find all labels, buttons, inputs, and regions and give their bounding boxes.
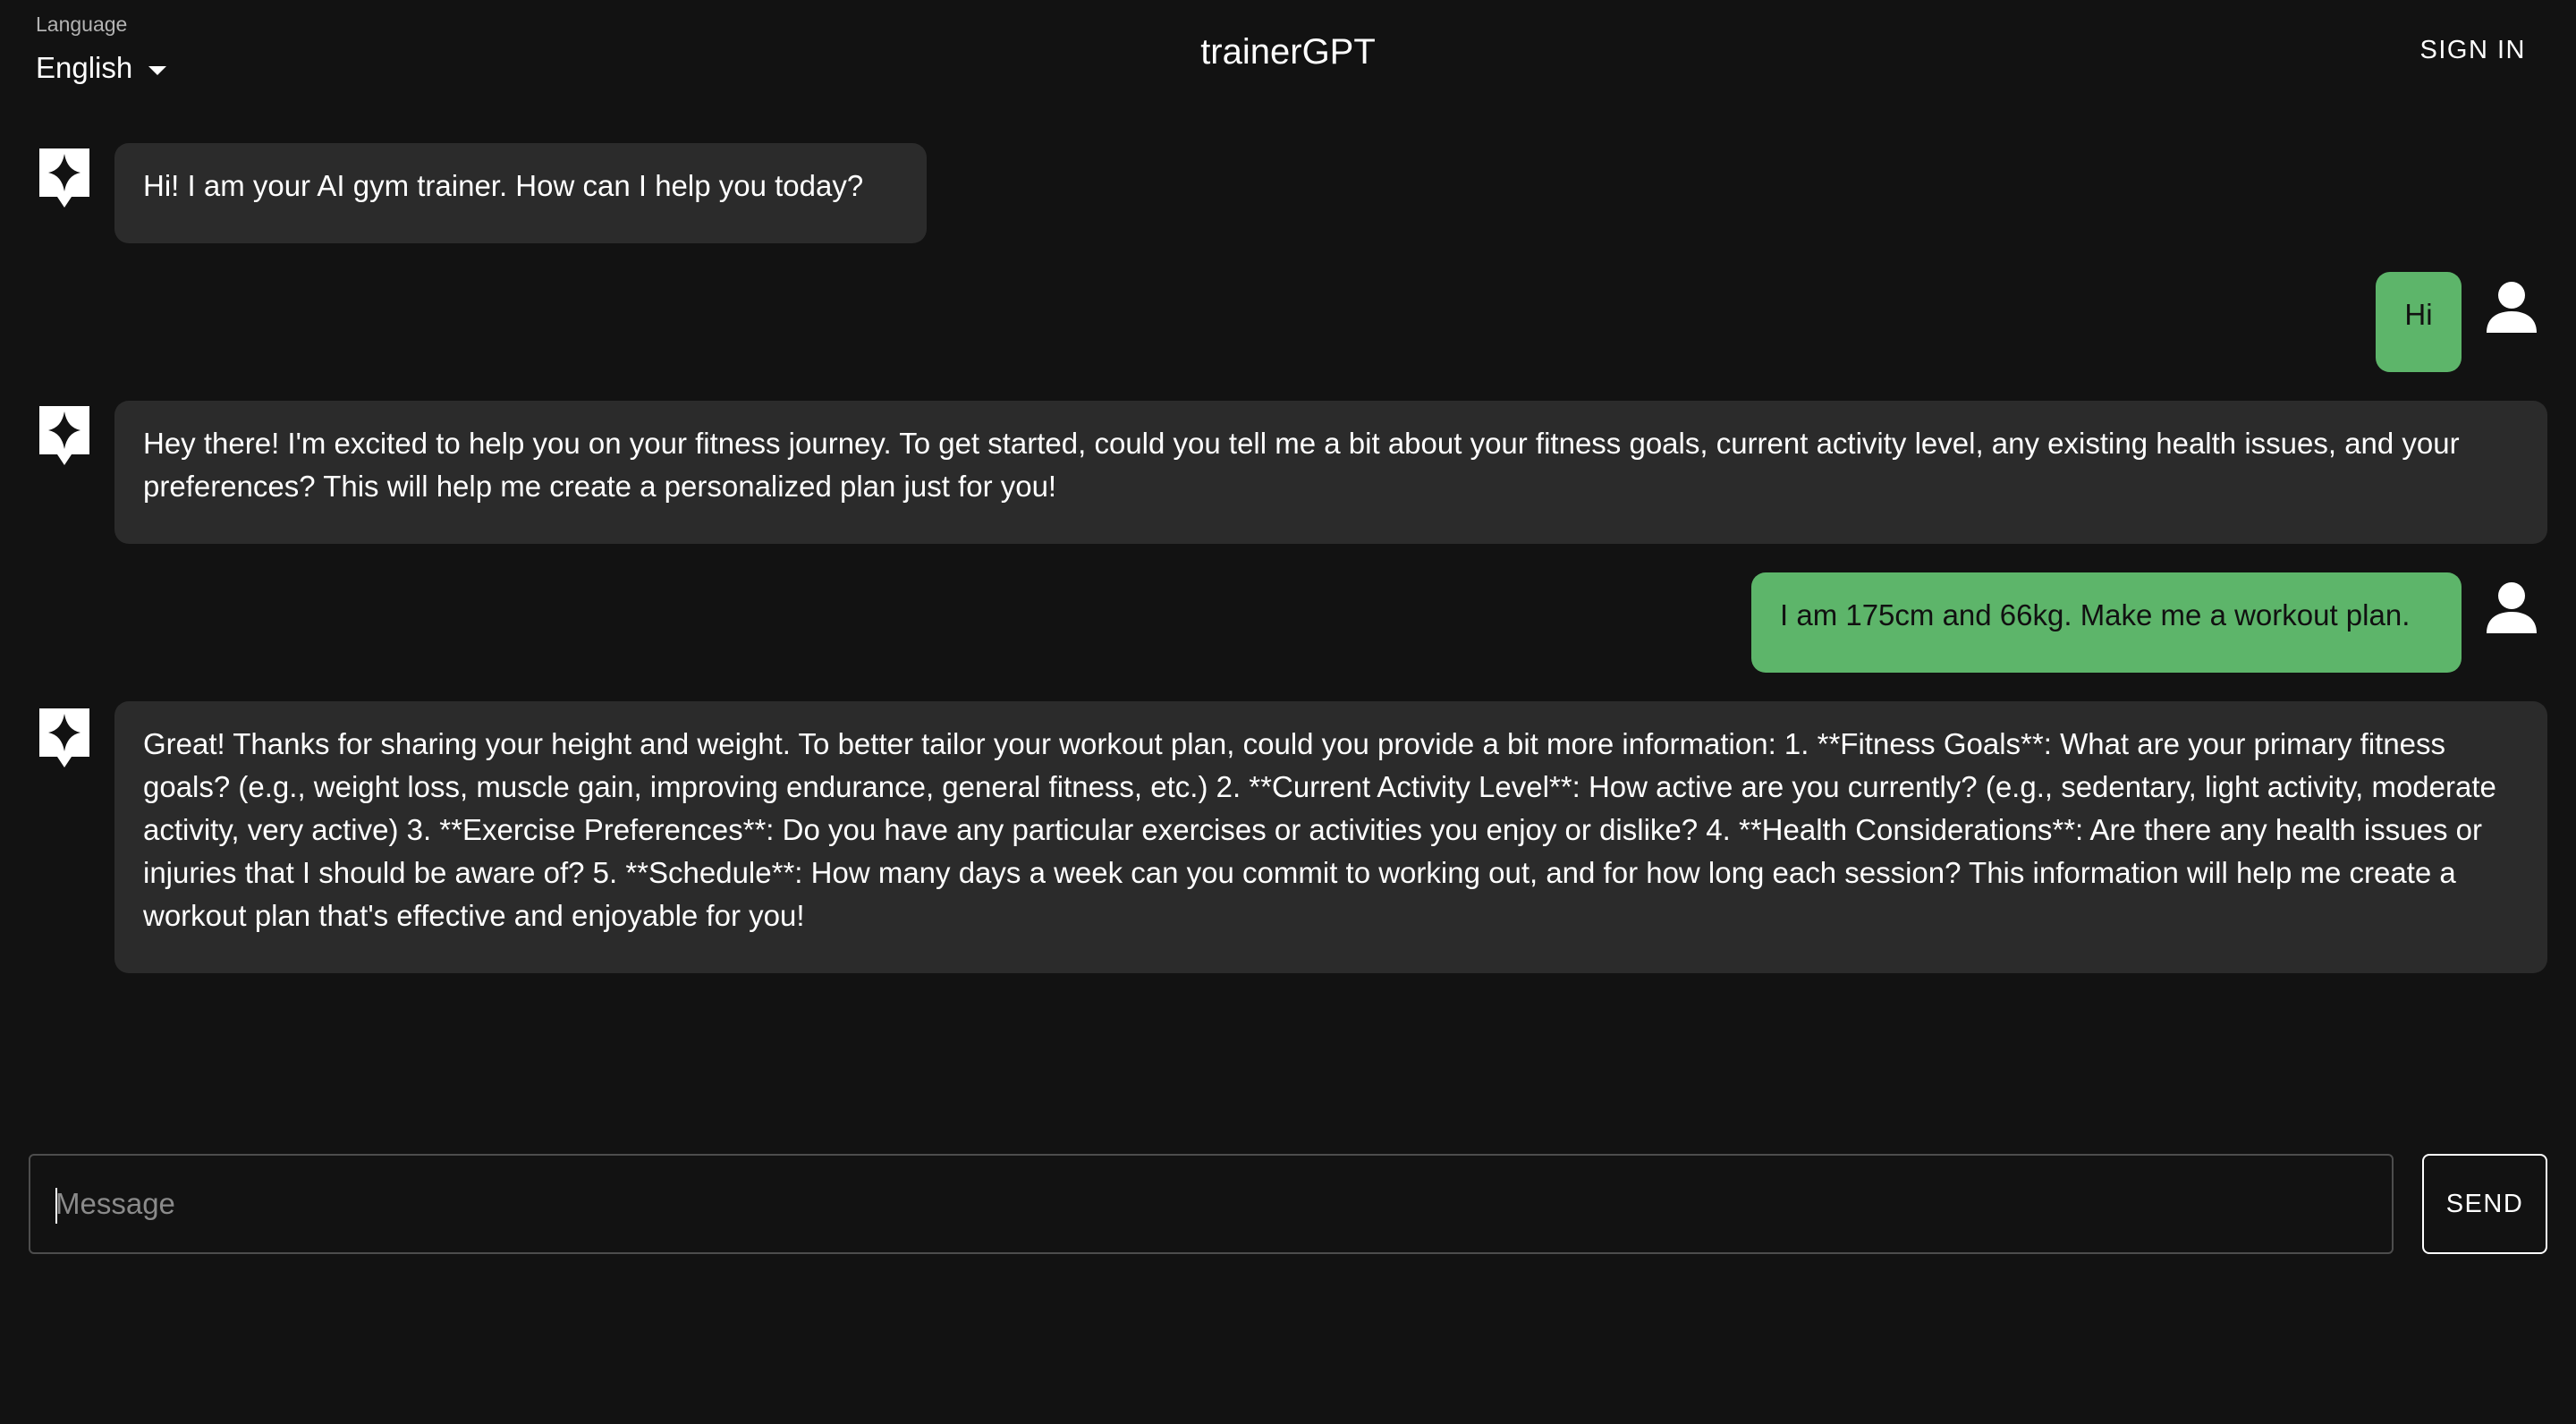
user-icon: [2487, 282, 2537, 333]
message-input[interactable]: [30, 1156, 2392, 1252]
app-header: Language English trainerGPT SIGN IN: [0, 0, 2576, 125]
language-select[interactable]: English: [36, 48, 167, 88]
language-value: English: [36, 51, 133, 84]
message-bubble: I am 175cm and 66kg. Make me a workout p…: [1751, 572, 2462, 673]
message-bubble: Hey there! I'm excited to help you on yo…: [114, 401, 2547, 544]
language-label: Language: [36, 13, 128, 36]
sparkle-icon: [39, 148, 89, 208]
message-bubble: Hi! I am your AI gym trainer. How can I …: [114, 143, 927, 243]
sparkle-icon: [39, 708, 89, 767]
user-icon: [2487, 582, 2537, 633]
text-cursor: [55, 1188, 57, 1224]
app-title: trainerGPT: [1200, 32, 1376, 72]
sparkle-icon: [39, 406, 89, 465]
sign-in-button[interactable]: SIGN IN: [2420, 36, 2526, 65]
send-button[interactable]: SEND: [2422, 1154, 2547, 1254]
message-bubble: Hi: [2376, 272, 2462, 372]
chevron-down-icon: [148, 66, 167, 75]
message-bubble: Great! Thanks for sharing your height an…: [114, 701, 2547, 973]
message-input-box[interactable]: [29, 1154, 2394, 1254]
